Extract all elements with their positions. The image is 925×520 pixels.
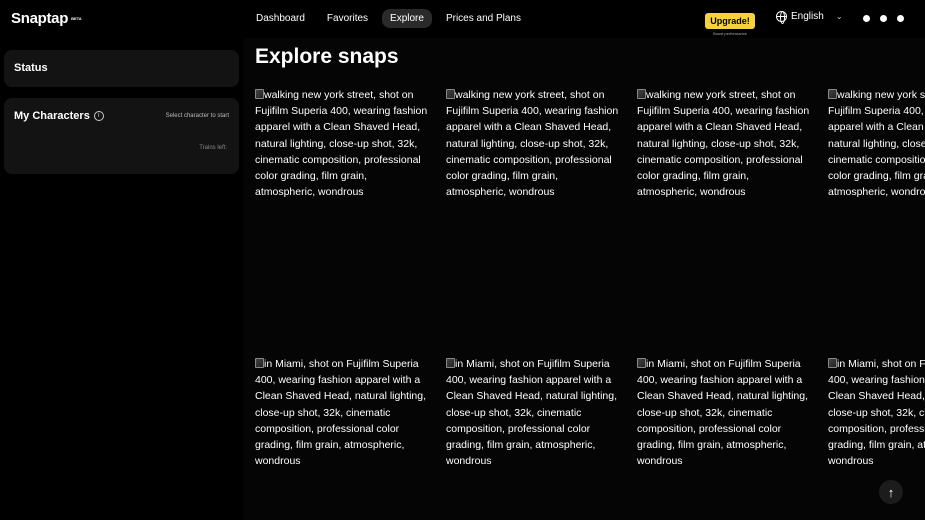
broken-image-icon xyxy=(255,89,264,99)
globe-icon xyxy=(776,11,787,24)
broken-image-icon xyxy=(828,358,837,368)
snap-image[interactable]: walking new york street, shot on Fujifil… xyxy=(828,87,925,200)
status-title: Status xyxy=(14,62,48,74)
main-nav: Dashboard Favorites Explore Prices and P… xyxy=(248,9,535,28)
nav-favorites[interactable]: Favorites xyxy=(319,9,376,28)
snap-alt-text: walking new york street, shot on Fujifil… xyxy=(828,89,925,199)
select-character-hint: Select character to start xyxy=(165,113,229,119)
top-navigation-bar: Snaptap BETA Dashboard Favorites Explore… xyxy=(0,0,925,38)
more-menu-button[interactable] xyxy=(863,15,904,22)
trains-left-label: Trains left: xyxy=(199,145,227,151)
snaptap-logo[interactable]: Snaptap BETA xyxy=(11,10,82,27)
snap-image[interactable]: walking new york street, shot on Fujifil… xyxy=(637,87,810,200)
snap-alt-text: walking new york street, shot on Fujifil… xyxy=(637,89,810,199)
scroll-to-top-button[interactable]: ↑ xyxy=(879,480,903,504)
snap-alt-text: in Miami, shot on Fujifilm Superia 400, … xyxy=(828,358,925,468)
upgrade-button[interactable]: Upgrade! xyxy=(705,13,755,29)
broken-image-icon xyxy=(446,89,455,99)
dot-icon xyxy=(897,15,904,22)
nav-dashboard[interactable]: Dashboard xyxy=(248,9,313,28)
snap-alt-text: in Miami, shot on Fujifilm Superia 400, … xyxy=(446,358,618,468)
language-selector[interactable]: English ⌄ xyxy=(776,11,843,24)
snap-image[interactable]: in Miami, shot on Fujifilm Superia 400, … xyxy=(828,356,925,469)
chevron-down-icon: ⌄ xyxy=(835,12,843,21)
broken-image-icon xyxy=(446,358,455,368)
snap-alt-text: in Miami, shot on Fujifilm Superia 400, … xyxy=(637,358,809,468)
beta-badge: BETA xyxy=(71,16,82,21)
broken-image-icon xyxy=(255,358,264,368)
page-title: Explore snaps xyxy=(255,45,399,68)
snap-image[interactable]: walking new york street, shot on Fujifil… xyxy=(446,87,619,200)
snap-alt-text: walking new york street, shot on Fujifil… xyxy=(446,89,619,199)
snap-alt-text: walking new york street, shot on Fujifil… xyxy=(255,89,428,199)
my-characters-card: My Characters i Select character to star… xyxy=(4,98,239,174)
dot-icon xyxy=(863,15,870,22)
upgrade-area: Upgrade! Boost performance xyxy=(704,11,756,36)
snap-image[interactable]: walking new york street, shot on Fujifil… xyxy=(255,87,428,200)
broken-image-icon xyxy=(637,89,646,99)
boost-performance-caption: Boost performance xyxy=(713,31,747,36)
broken-image-icon xyxy=(637,358,646,368)
arrow-up-icon: ↑ xyxy=(887,484,895,500)
status-card: Status xyxy=(4,50,239,87)
snap-alt-text: in Miami, shot on Fujifilm Superia 400, … xyxy=(255,358,427,468)
dot-icon xyxy=(880,15,887,22)
logo-text: Snaptap xyxy=(11,10,69,27)
nav-explore[interactable]: Explore xyxy=(382,9,432,28)
info-icon[interactable]: i xyxy=(93,111,104,121)
language-label: English xyxy=(791,11,824,22)
snap-image[interactable]: in Miami, shot on Fujifilm Superia 400, … xyxy=(446,356,619,469)
nav-prices-and-plans[interactable]: Prices and Plans xyxy=(438,9,529,28)
broken-image-icon xyxy=(828,89,837,99)
snap-image[interactable]: in Miami, shot on Fujifilm Superia 400, … xyxy=(637,356,810,469)
my-characters-title: My Characters i xyxy=(14,110,104,122)
sidebar: Status My Characters i Select character … xyxy=(0,38,243,520)
my-characters-label: My Characters xyxy=(14,110,90,122)
snap-image[interactable]: in Miami, shot on Fujifilm Superia 400, … xyxy=(255,356,428,469)
